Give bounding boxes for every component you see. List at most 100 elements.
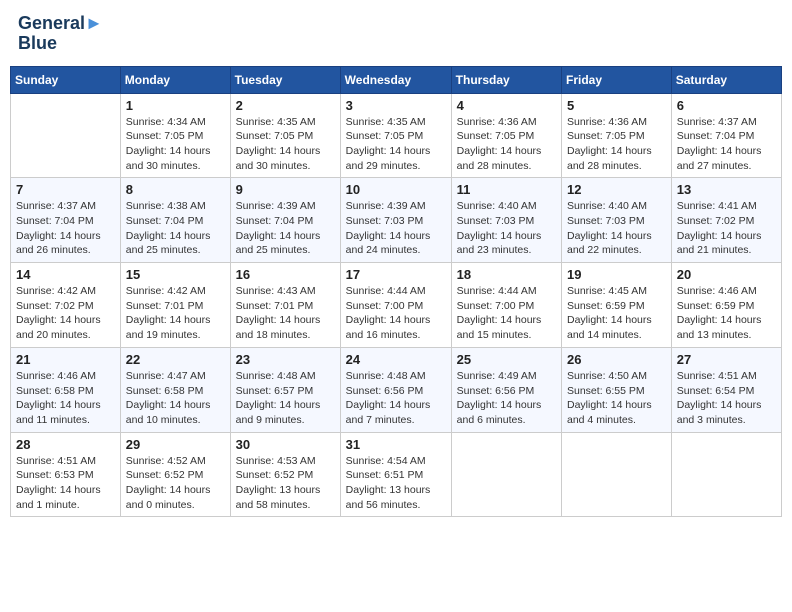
day-number: 12 — [567, 182, 666, 197]
day-number: 2 — [236, 98, 335, 113]
day-info: Sunrise: 4:50 AMSunset: 6:55 PMDaylight:… — [567, 369, 666, 428]
week-row-3: 14 Sunrise: 4:42 AMSunset: 7:02 PMDayligh… — [11, 263, 782, 348]
day-info: Sunrise: 4:51 AMSunset: 6:54 PMDaylight:… — [677, 369, 776, 428]
week-row-1: 1 Sunrise: 4:34 AMSunset: 7:05 PMDaylight… — [11, 93, 782, 178]
calendar-cell: 23 Sunrise: 4:48 AMSunset: 6:57 PMDayligh… — [230, 347, 340, 432]
weekday-header-tuesday: Tuesday — [230, 66, 340, 93]
day-number: 30 — [236, 437, 335, 452]
calendar-cell: 31 Sunrise: 4:54 AMSunset: 6:51 PMDayligh… — [340, 432, 451, 517]
day-info: Sunrise: 4:40 AMSunset: 7:03 PMDaylight:… — [567, 199, 666, 258]
calendar-cell: 2 Sunrise: 4:35 AMSunset: 7:05 PMDaylight… — [230, 93, 340, 178]
day-number: 4 — [457, 98, 556, 113]
calendar-cell — [11, 93, 121, 178]
day-number: 17 — [346, 267, 446, 282]
calendar-cell: 5Sunrise: 4:36 AMSunset: 7:05 PMDaylight… — [562, 93, 672, 178]
calendar-cell: 17 Sunrise: 4:44 AMSunset: 7:00 PMDayligh… — [340, 263, 451, 348]
weekday-header-saturday: Saturday — [671, 66, 781, 93]
day-number: 18 — [457, 267, 556, 282]
day-info: Sunrise: 4:38 AMSunset: 7:04 PMDaylight:… — [126, 199, 225, 258]
calendar-table: SundayMondayTuesdayWednesdayThursdayFrid… — [10, 66, 782, 518]
day-info: Sunrise: 4:52 AMSunset: 6:52 PMDaylight:… — [126, 454, 225, 513]
day-info: Sunrise: 4:39 AMSunset: 7:03 PMDaylight:… — [346, 199, 446, 258]
day-number: 19 — [567, 267, 666, 282]
day-number: 31 — [346, 437, 446, 452]
calendar-cell: 15 Sunrise: 4:42 AMSunset: 7:01 PMDayligh… — [120, 263, 230, 348]
day-number: 28 — [16, 437, 115, 452]
day-number: 21 — [16, 352, 115, 367]
day-info: Sunrise: 4:34 AMSunset: 7:05 PMDaylight:… — [126, 115, 225, 174]
calendar-cell: 6 Sunrise: 4:37 AMSunset: 7:04 PMDaylight… — [671, 93, 781, 178]
weekday-header-sunday: Sunday — [11, 66, 121, 93]
day-info: Sunrise: 4:46 AMSunset: 6:58 PMDaylight:… — [16, 369, 115, 428]
week-row-5: 28 Sunrise: 4:51 AMSunset: 6:53 PMDayligh… — [11, 432, 782, 517]
day-info: Sunrise: 4:35 AMSunset: 7:05 PMDaylight:… — [236, 115, 335, 174]
day-number: 14 — [16, 267, 115, 282]
day-info: Sunrise: 4:42 AMSunset: 7:01 PMDaylight:… — [126, 284, 225, 343]
day-number: 3 — [346, 98, 446, 113]
calendar-cell: 26 Sunrise: 4:50 AMSunset: 6:55 PMDayligh… — [562, 347, 672, 432]
day-info: Sunrise: 4:41 AMSunset: 7:02 PMDaylight:… — [677, 199, 776, 258]
day-number: 10 — [346, 182, 446, 197]
calendar-cell: 8 Sunrise: 4:38 AMSunset: 7:04 PMDaylight… — [120, 178, 230, 263]
day-number: 25 — [457, 352, 556, 367]
calendar-cell: 21 Sunrise: 4:46 AMSunset: 6:58 PMDayligh… — [11, 347, 121, 432]
weekday-header-monday: Monday — [120, 66, 230, 93]
calendar-cell: 27 Sunrise: 4:51 AMSunset: 6:54 PMDayligh… — [671, 347, 781, 432]
page-header: General►Blue — [10, 10, 782, 58]
calendar-cell — [671, 432, 781, 517]
day-info: Sunrise: 4:43 AMSunset: 7:01 PMDaylight:… — [236, 284, 335, 343]
day-number: 5 — [567, 98, 666, 113]
day-number: 23 — [236, 352, 335, 367]
calendar-cell: 13 Sunrise: 4:41 AMSunset: 7:02 PMDayligh… — [671, 178, 781, 263]
day-info: Sunrise: 4:36 AMSunset: 7:05 PMDaylight:… — [457, 115, 556, 174]
calendar-cell: 30 Sunrise: 4:53 AMSunset: 6:52 PMDayligh… — [230, 432, 340, 517]
calendar-cell: 11 Sunrise: 4:40 AMSunset: 7:03 PMDayligh… — [451, 178, 561, 263]
day-info: Sunrise: 4:46 AMSunset: 6:59 PMDaylight:… — [677, 284, 776, 343]
day-info: Sunrise: 4:54 AMSunset: 6:51 PMDaylight:… — [346, 454, 446, 513]
day-info: Sunrise: 4:35 AMSunset: 7:05 PMDaylight:… — [346, 115, 446, 174]
logo: General►Blue — [18, 14, 103, 54]
day-number: 1 — [126, 98, 225, 113]
day-number: 13 — [677, 182, 776, 197]
day-info: Sunrise: 4:40 AMSunset: 7:03 PMDaylight:… — [457, 199, 556, 258]
day-info: Sunrise: 4:48 AMSunset: 6:57 PMDaylight:… — [236, 369, 335, 428]
week-row-4: 21 Sunrise: 4:46 AMSunset: 6:58 PMDayligh… — [11, 347, 782, 432]
day-number: 27 — [677, 352, 776, 367]
calendar-cell: 4 Sunrise: 4:36 AMSunset: 7:05 PMDaylight… — [451, 93, 561, 178]
day-info: Sunrise: 4:44 AMSunset: 7:00 PMDaylight:… — [346, 284, 446, 343]
day-info: Sunrise: 4:47 AMSunset: 6:58 PMDaylight:… — [126, 369, 225, 428]
day-number: 22 — [126, 352, 225, 367]
calendar-cell: 16 Sunrise: 4:43 AMSunset: 7:01 PMDayligh… — [230, 263, 340, 348]
day-number: 8 — [126, 182, 225, 197]
day-info: Sunrise: 4:37 AMSunset: 7:04 PMDaylight:… — [16, 199, 115, 258]
day-info: Sunrise: 4:37 AMSunset: 7:04 PMDaylight:… — [677, 115, 776, 174]
day-info: Sunrise: 4:53 AMSunset: 6:52 PMDaylight:… — [236, 454, 335, 513]
day-number: 29 — [126, 437, 225, 452]
logo-text: General►Blue — [18, 14, 103, 54]
calendar-cell: 28 Sunrise: 4:51 AMSunset: 6:53 PMDayligh… — [11, 432, 121, 517]
calendar-cell — [451, 432, 561, 517]
calendar-cell: 24 Sunrise: 4:48 AMSunset: 6:56 PMDayligh… — [340, 347, 451, 432]
calendar-cell: 29 Sunrise: 4:52 AMSunset: 6:52 PMDayligh… — [120, 432, 230, 517]
day-number: 20 — [677, 267, 776, 282]
calendar-cell: 10 Sunrise: 4:39 AMSunset: 7:03 PMDayligh… — [340, 178, 451, 263]
day-number: 9 — [236, 182, 335, 197]
weekday-header-row: SundayMondayTuesdayWednesdayThursdayFrid… — [11, 66, 782, 93]
day-number: 11 — [457, 182, 556, 197]
day-info: Sunrise: 4:48 AMSunset: 6:56 PMDaylight:… — [346, 369, 446, 428]
calendar-cell — [562, 432, 672, 517]
calendar-cell: 18Sunrise: 4:44 AMSunset: 7:00 PMDayligh… — [451, 263, 561, 348]
calendar-cell: 3 Sunrise: 4:35 AMSunset: 7:05 PMDaylight… — [340, 93, 451, 178]
day-number: 7 — [16, 182, 115, 197]
day-number: 15 — [126, 267, 225, 282]
day-number: 6 — [677, 98, 776, 113]
day-info: Sunrise: 4:42 AMSunset: 7:02 PMDaylight:… — [16, 284, 115, 343]
day-number: 24 — [346, 352, 446, 367]
day-number: 26 — [567, 352, 666, 367]
calendar-cell: 22 Sunrise: 4:47 AMSunset: 6:58 PMDayligh… — [120, 347, 230, 432]
day-info: Sunrise: 4:51 AMSunset: 6:53 PMDaylight:… — [16, 454, 115, 513]
calendar-cell: 20 Sunrise: 4:46 AMSunset: 6:59 PMDayligh… — [671, 263, 781, 348]
calendar-cell: 19Sunrise: 4:45 AMSunset: 6:59 PMDayligh… — [562, 263, 672, 348]
day-number: 16 — [236, 267, 335, 282]
weekday-header-wednesday: Wednesday — [340, 66, 451, 93]
